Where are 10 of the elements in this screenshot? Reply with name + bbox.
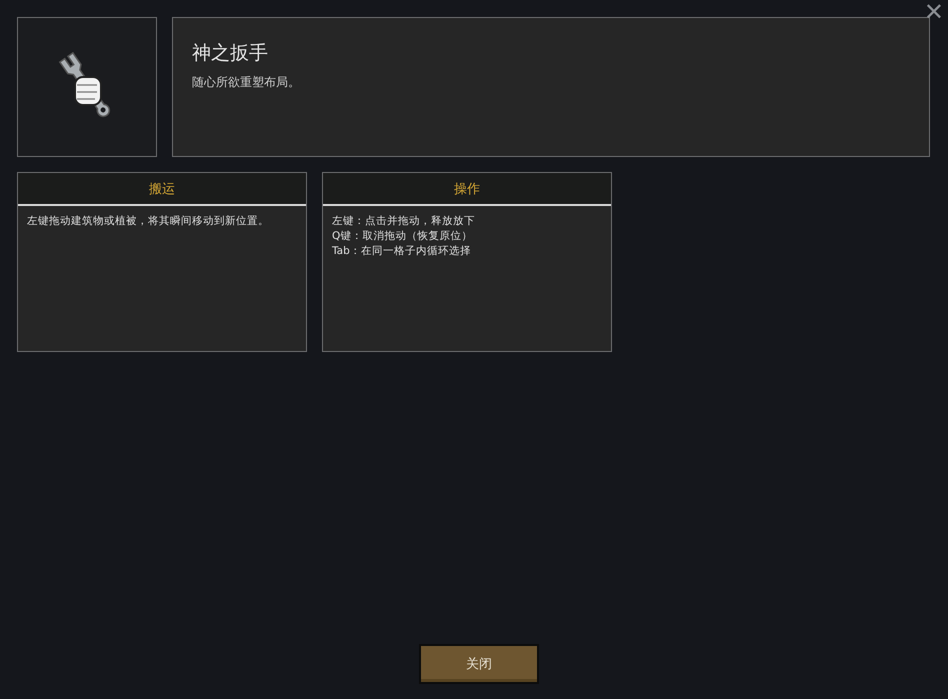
tool-title: 神之扳手 [192, 41, 268, 66]
card-text: Q键：取消拖动（恢复原位） [332, 229, 472, 244]
close-dialog-button[interactable]: 关闭 [419, 644, 539, 684]
card-title: 搬运 [149, 180, 175, 198]
card-title: 操作 [454, 180, 480, 198]
card-text: 左键拖动建筑物或植被，将其瞬间移动到新位置。 [27, 214, 269, 229]
tool-description: 随心所欲重塑布局。 [192, 74, 300, 91]
card-text: 左键：点击并拖动，释放放下 [332, 214, 475, 229]
card-text: Tab：在同一格子内循环选择 [332, 244, 471, 259]
close-button[interactable]: ✕ [922, 0, 946, 24]
